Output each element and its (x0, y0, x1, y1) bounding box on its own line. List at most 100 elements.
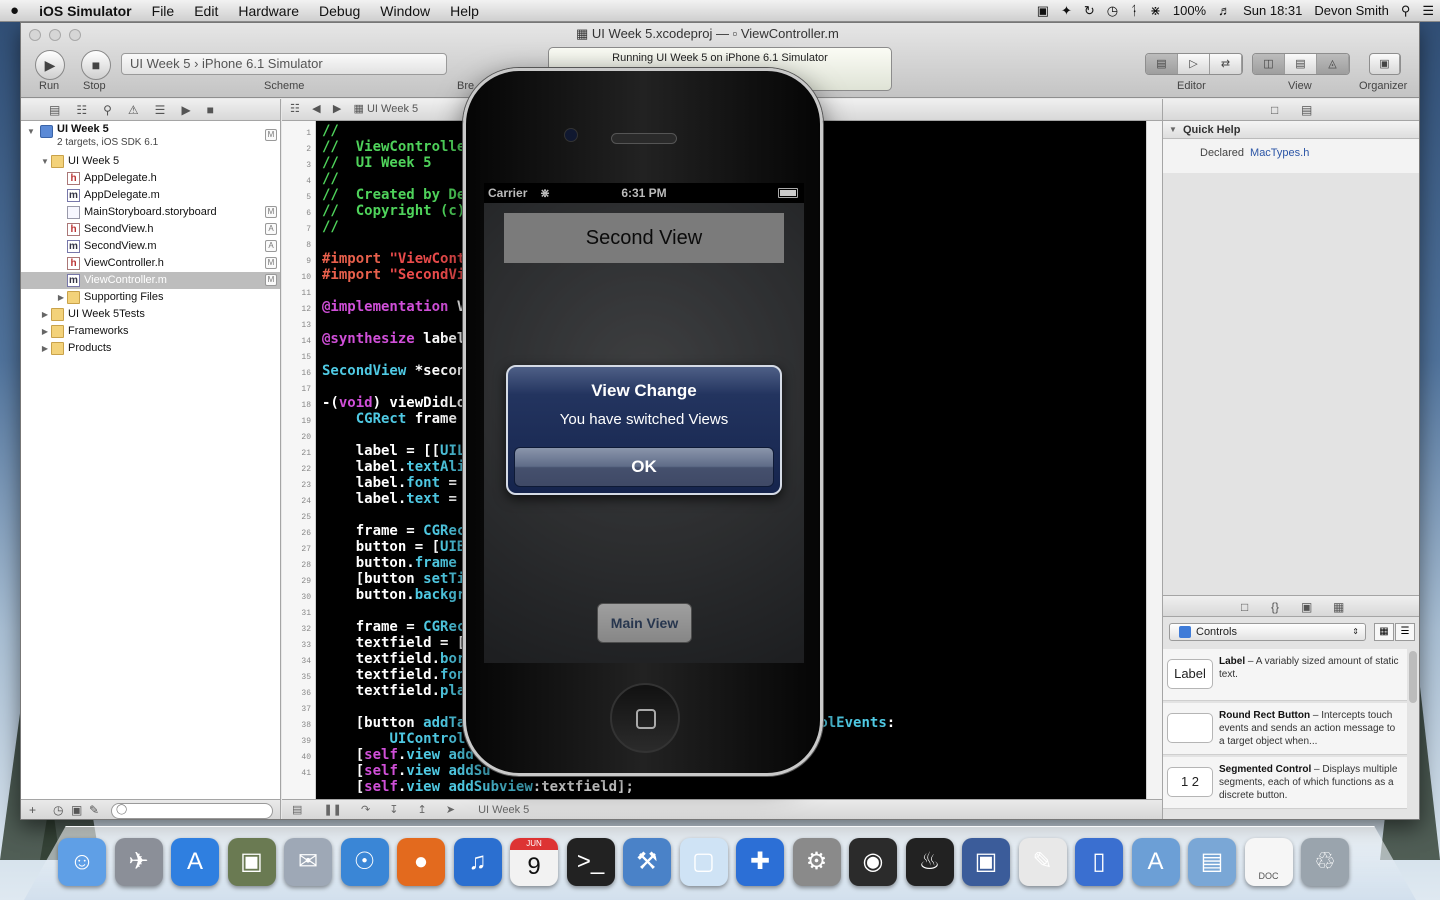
quick-help-header[interactable]: ▼ Quick Help (1163, 121, 1419, 139)
dock-mail-icon[interactable]: ✉ (284, 838, 332, 886)
dock-steam-icon[interactable]: ♨ (905, 838, 954, 886)
dock-doc-icon[interactable]: DOC (1244, 838, 1293, 886)
navigator-filter-input[interactable]: ◯ (111, 803, 273, 819)
library-scrollbar[interactable] (1409, 651, 1417, 703)
navigator-group[interactable]: ▶ Supporting Files (21, 289, 280, 306)
dock-ios-simulator-icon[interactable]: ▯ (1075, 838, 1123, 886)
assistant-editor-icon[interactable]: ▷ (1178, 54, 1210, 74)
navigator-file[interactable]: h AppDelegate.h (21, 170, 280, 187)
dock-image-capture-icon[interactable]: ▣ (227, 838, 276, 886)
navigator-file[interactable]: h SecondView.h A (21, 221, 280, 238)
library-category-popup[interactable]: Controls ⇕ (1169, 623, 1366, 641)
navigator-file[interactable]: MainStoryboard.storyboard M (21, 204, 280, 221)
lightning-icon[interactable]: ✦ (1055, 3, 1078, 19)
step-over-icon[interactable]: ↷ (361, 804, 370, 816)
menu-file[interactable]: File (142, 3, 185, 19)
stop-button[interactable]: ■ (81, 50, 111, 80)
dock-virtualbox-icon[interactable]: ▣ (962, 838, 1010, 886)
dock-cube-icon[interactable]: ▢ (679, 838, 728, 886)
dock-calendar-icon[interactable]: JUN 9 (510, 838, 558, 886)
version-editor-icon[interactable]: ⇄ (1210, 54, 1242, 74)
code-snippet-library-icon[interactable]: {} (1271, 600, 1279, 614)
step-out-icon[interactable]: ↥ (418, 804, 427, 816)
alert-ok-button[interactable]: OK (514, 447, 774, 487)
navigator-file[interactable]: m ViewController.m M (21, 272, 280, 289)
navigator-group[interactable]: ▶ UI Week 5Tests (21, 306, 280, 323)
dock-firefox-icon[interactable]: ● (397, 838, 445, 886)
unsaved-filter-icon[interactable]: ✎ (89, 803, 99, 817)
spotlight-icon[interactable]: ⚲ (1395, 3, 1417, 19)
navigator-group[interactable]: ▼ UI Week 5 (21, 153, 280, 170)
disclosure-closed-icon[interactable]: ▶ (39, 323, 51, 340)
project-root-row[interactable]: ▼ UI Week 5 2 targets, iOS SDK 6.1 M (21, 123, 280, 153)
menu-help[interactable]: Help (440, 3, 489, 19)
disclosure-closed-icon[interactable]: ▶ (39, 340, 51, 357)
quick-help-inspector-icon[interactable]: ▤ (1301, 103, 1312, 117)
scm-filter-icon[interactable]: ▣ (71, 803, 82, 817)
list-view-toggle[interactable]: ☰ (1395, 623, 1415, 641)
organizer-icon[interactable]: ▣ (1370, 54, 1400, 74)
disclosure-open-icon[interactable]: ▼ (25, 123, 37, 140)
object-library-icon[interactable]: ▣ (1301, 600, 1312, 614)
dock-terminal-icon[interactable]: >_ (566, 838, 615, 886)
library-item[interactable]: Round Rect Button – Intercepts touch eve… (1163, 703, 1407, 755)
menu-edit[interactable]: Edit (184, 3, 228, 19)
navigator-file[interactable]: m AppDelegate.m (21, 187, 280, 204)
dock-trash-icon[interactable]: ♲ (1301, 838, 1349, 886)
navigator-group[interactable]: ▶ Frameworks (21, 323, 280, 340)
forward-icon[interactable]: ▶ (333, 103, 341, 115)
debug-area-icon[interactable]: ▤ (292, 804, 302, 816)
library-item[interactable]: 1 2 Segmented Control – Displays multiple… (1163, 757, 1407, 809)
issue-navigator-icon[interactable]: ⚠ (128, 103, 139, 117)
close-window-button[interactable] (29, 29, 41, 41)
related-files-icon[interactable]: ☷ (290, 103, 300, 115)
log-navigator-icon[interactable]: ■ (207, 103, 214, 117)
menu-window[interactable]: Window (370, 3, 440, 19)
symbol-navigator-icon[interactable]: ☷ (76, 103, 87, 117)
file-inspector-icon[interactable]: □ (1271, 103, 1278, 117)
dock-photo-booth-icon[interactable]: ◉ (849, 838, 897, 886)
navigator-file[interactable]: h ViewController.h M (21, 255, 280, 272)
icon-view-toggle[interactable]: ▦ (1374, 623, 1394, 641)
dock-xcode-icon[interactable]: ⚒ (623, 838, 671, 886)
menu-hardware[interactable]: Hardware (228, 3, 309, 19)
navigator-file[interactable]: m SecondView.m A (21, 238, 280, 255)
project-navigator-icon[interactable]: ▤ (49, 103, 60, 117)
dock-app-store-icon[interactable]: A (171, 838, 219, 886)
dock-documents-icon[interactable]: ▤ (1188, 838, 1236, 886)
dock-textedit-icon[interactable]: ✎ (1018, 838, 1067, 886)
disclosure-closed-icon[interactable]: ▶ (39, 306, 51, 323)
dock-finder-icon[interactable]: ☺ (58, 838, 106, 886)
add-icon[interactable]: + (29, 803, 36, 817)
media-library-icon[interactable]: ▦ (1333, 600, 1344, 614)
step-in-icon[interactable]: ↧ (389, 804, 398, 816)
pause-icon[interactable]: ❚❚ (323, 804, 341, 816)
dock-system-preferences-icon[interactable]: ⚙ (792, 838, 841, 886)
zoom-window-button[interactable] (69, 29, 81, 41)
search-navigator-icon[interactable]: ⚲ (103, 103, 112, 117)
breakpoint-navigator-icon[interactable]: ▶ (181, 103, 190, 117)
view-segmented[interactable]: ◫ ▤ ◬ (1252, 53, 1350, 75)
notification-center-icon[interactable]: ☰ (1416, 3, 1440, 19)
run-button[interactable]: ▶ (35, 50, 65, 80)
jump-crumb-project[interactable]: UI Week 5 (367, 103, 418, 115)
declared-link[interactable]: MacTypes.h (1250, 147, 1309, 159)
disclosure-open-icon[interactable]: ▼ (1169, 121, 1177, 139)
organizer-button[interactable]: ▣ (1369, 53, 1401, 75)
back-icon[interactable]: ◀ (312, 103, 320, 115)
user-menu[interactable]: Devon Smith (1308, 3, 1394, 18)
navigator-group[interactable]: ▶ Products (21, 340, 280, 357)
debug-target[interactable]: UI Week 5 (478, 804, 529, 816)
sync-icon[interactable]: ↻ (1078, 3, 1101, 19)
utilities-toggle-icon[interactable]: ◬ (1317, 54, 1349, 74)
navigator-toggle-icon[interactable]: ◫ (1253, 54, 1285, 74)
dock-instruments-icon[interactable]: ✚ (736, 838, 784, 886)
battery-status[interactable]: 100% (1167, 3, 1212, 18)
file-template-library-icon[interactable]: □ (1241, 600, 1248, 614)
apple-menu-icon[interactable]: ● (0, 2, 29, 19)
dock-launchpad-icon[interactable]: ✈ (114, 838, 163, 886)
standard-editor-icon[interactable]: ▤ (1146, 54, 1178, 74)
disclosure-closed-icon[interactable]: ▶ (55, 289, 67, 306)
wifi-icon[interactable]: ⋇ (1144, 3, 1167, 19)
app-menu[interactable]: iOS Simulator (29, 3, 142, 19)
